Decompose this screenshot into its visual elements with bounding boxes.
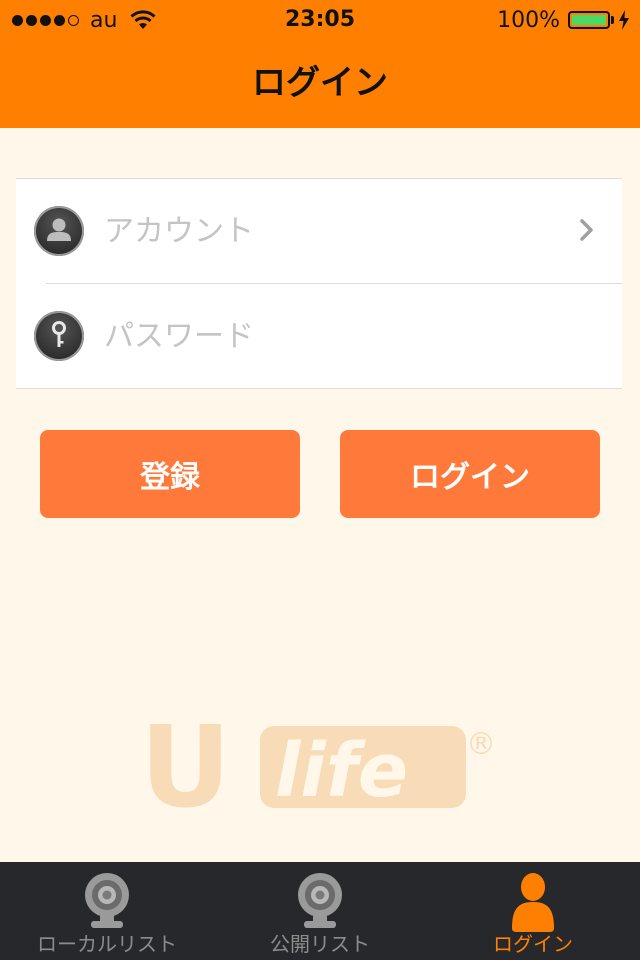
account-row[interactable] [16,179,622,283]
battery-cap [611,16,614,24]
ulife-logo: U life ® [140,718,496,818]
login-form [16,178,622,389]
logo-u: U [140,718,231,818]
webcam-icon [85,873,129,928]
page-title: ログイン [252,63,388,103]
account-input[interactable] [104,203,554,259]
tab-bar: ローカルリスト 公開リスト ログイン [0,862,640,960]
tab-login[interactable]: ログイン [426,862,640,960]
register-button[interactable]: 登録 [40,430,300,518]
user-icon [34,206,84,256]
user-icon [512,873,554,932]
logo-life: life [275,728,408,814]
status-right: 100% [497,6,630,34]
tab-local-list-label: ローカルリスト [37,932,177,956]
battery-icon [568,11,610,29]
status-bar: au 23:05 100% [0,0,640,40]
webcam-icon [298,873,342,928]
chevron-right-icon[interactable] [574,217,600,243]
login-button[interactable]: ログイン [340,430,600,518]
battery-fill [572,15,606,25]
logo-registered-mark: ® [466,727,496,762]
charging-bolt-icon [619,10,629,30]
password-input[interactable] [104,308,554,364]
key-icon [34,311,84,361]
header: au 23:05 100% ログイン [0,0,640,128]
tab-login-label: ログイン [493,932,573,956]
tab-public-list[interactable]: 公開リスト [214,862,426,960]
tab-public-list-label: 公開リスト [270,932,370,956]
tab-local-list[interactable]: ローカルリスト [0,862,214,960]
password-row[interactable] [16,284,622,388]
battery-percentage: 100% [497,7,560,33]
